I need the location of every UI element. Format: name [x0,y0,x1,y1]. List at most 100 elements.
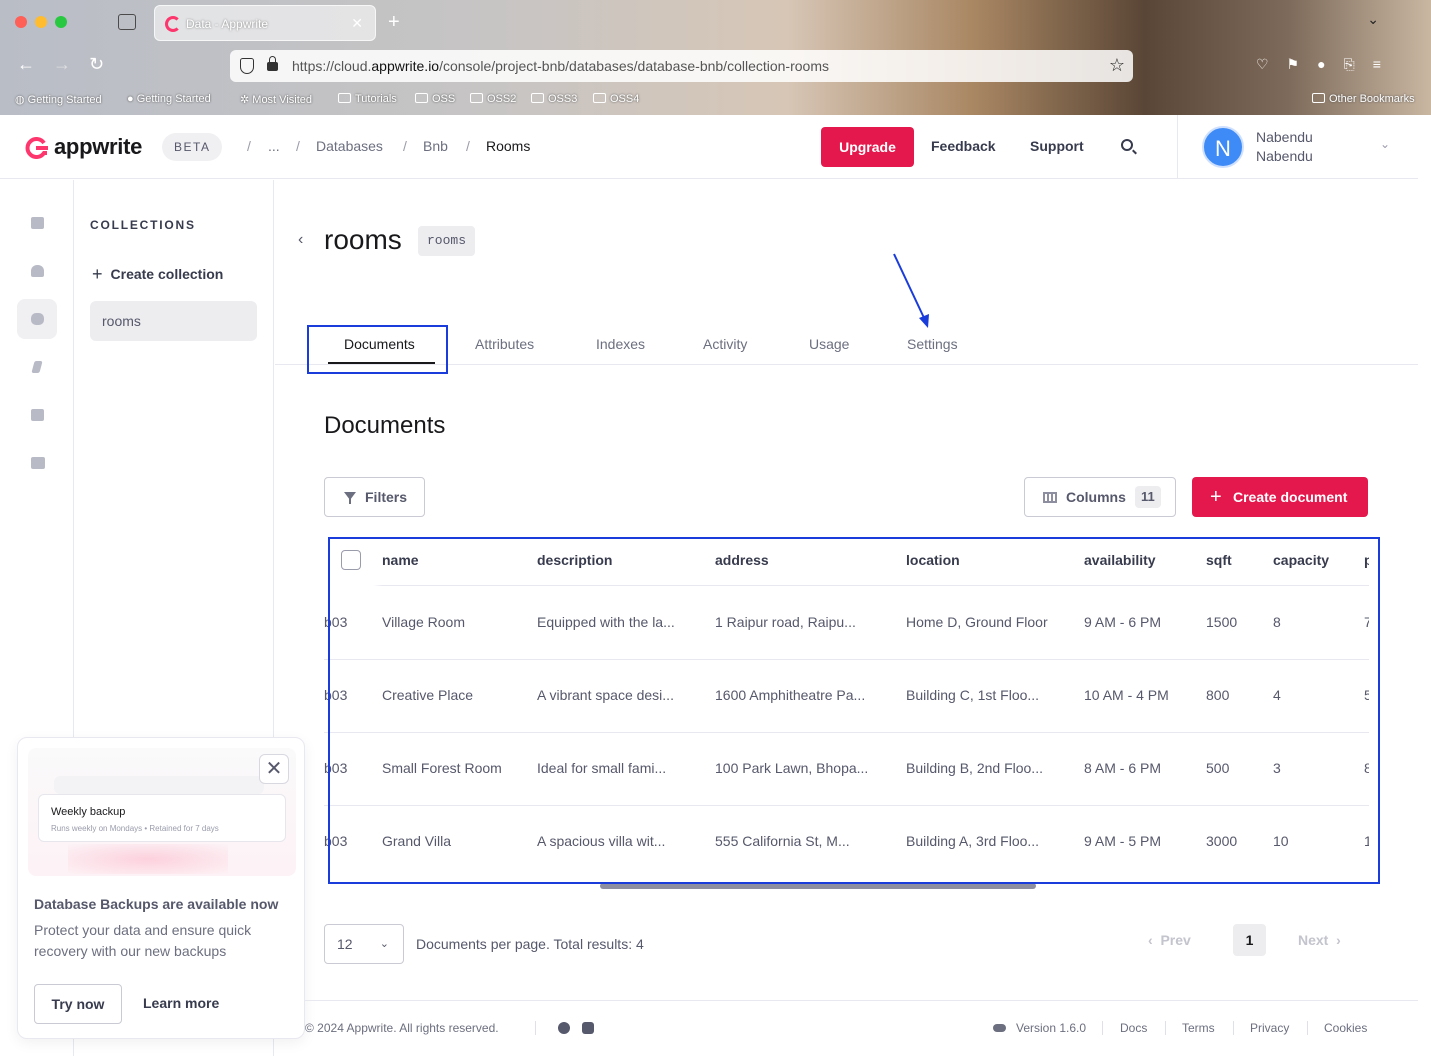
bookmark-folder[interactable]: Tutorials [338,93,397,105]
footer-link-terms[interactable]: Terms [1182,1021,1215,1035]
promo-backup-card: Weekly backup Runs weekly on Mondays • R… [38,794,286,842]
breadcrumb-databases[interactable]: Databases [316,138,383,154]
logo-text: appwrite [54,134,143,159]
back-arrow-icon[interactable]: ← [17,54,35,75]
documents-heading: Documents [324,412,446,439]
chevron-left-icon[interactable]: ‹ [298,231,303,249]
breadcrumb-rooms[interactable]: Rooms [486,138,530,154]
github-icon[interactable] [558,1022,570,1034]
minimize-window-button[interactable] [35,16,47,28]
promo-card-title: Weekly backup [51,806,126,818]
footer-link-cookies[interactable]: Cookies [1324,1021,1367,1035]
bookmark-folder[interactable]: OSS3 [531,93,577,105]
url-bar[interactable]: https://cloud.appwrite.io/console/projec… [230,50,1133,82]
user-name[interactable]: Nabendu [1256,129,1313,145]
tab-attributes[interactable]: Attributes [475,336,534,352]
filter-icon [344,492,356,504]
breadcrumb-ellipsis[interactable]: ... [268,138,280,154]
browser-tab[interactable]: Data - Appwrite ✕ [154,5,376,41]
bookmark-folder[interactable]: OSS2 [470,93,516,105]
columns-count-badge: 11 [1135,486,1161,508]
promo-card-subtitle: Runs weekly on Mondays • Retained for 7 … [51,824,219,833]
footer-link-docs[interactable]: Docs [1120,1021,1147,1035]
app-header: appwrite BETA / ... / Databases / Bnb / … [0,115,1418,179]
rail-storage[interactable] [17,443,57,483]
bookmark-item[interactable]: ◍ Getting Started [15,93,102,106]
bookmark-folder[interactable]: OSS4 [593,93,639,105]
maximize-window-button[interactable] [55,16,67,28]
avatar[interactable]: N [1202,126,1244,168]
lock-icon[interactable] [267,56,278,71]
create-collection-button[interactable]: + Create collection [92,264,223,285]
search-icon[interactable] [1121,139,1133,151]
bar-chart-icon [31,217,44,229]
sidebar-item-rooms[interactable]: rooms [90,301,257,341]
footer-link-privacy[interactable]: Privacy [1250,1021,1289,1035]
bookmark-item[interactable]: ✲ Most Visited [240,93,312,106]
columns-button[interactable]: Columns 11 [1024,477,1176,517]
pagination-summary: Documents per page. Total results: 4 [416,936,644,952]
annotation-arrow [893,253,929,328]
columns-icon [1043,492,1057,503]
rail-overview[interactable] [17,203,57,243]
discord-icon[interactable] [582,1022,594,1034]
support-button[interactable]: Support [1030,138,1084,154]
promo-ghost-bar [54,776,264,794]
bookmark-folder[interactable]: OSS [415,93,455,105]
prev-page-button[interactable]: ‹ Prev [1148,932,1191,948]
tracking-shield-icon[interactable] [240,58,254,74]
backup-promo-card: Weekly backup Runs weekly on Mondays • R… [17,737,305,1039]
filters-label: Filters [365,489,408,505]
filters-button[interactable]: Filters [324,477,425,517]
other-bookmarks-folder[interactable]: Other Bookmarks [1312,93,1415,105]
page-number-button[interactable]: 1 [1233,924,1266,956]
user-email[interactable]: Nabendu [1256,148,1313,164]
upgrade-button[interactable]: Upgrade [821,127,914,167]
learn-more-button[interactable]: Learn more [143,995,219,1011]
bookmark-star-icon[interactable]: ☆ [1109,55,1125,76]
footer-divider [535,1021,536,1035]
url-text[interactable]: https://cloud.appwrite.io/console/projec… [292,58,829,74]
rail-auth[interactable] [17,251,57,291]
try-now-button[interactable]: Try now [34,984,122,1024]
bookmark-item[interactable]: ● Getting Started [127,93,211,105]
message-icon [31,409,44,421]
forward-arrow-icon[interactable]: → [53,54,71,75]
footer-divider [1307,1021,1308,1035]
breadcrumb-bnb[interactable]: Bnb [423,138,448,154]
create-document-label: Create document [1233,489,1348,505]
folder-icon [31,457,45,469]
next-page-button[interactable]: Next › [1298,932,1341,948]
browser-tabbar: Data - Appwrite ✕ + ⌄ [0,0,1431,46]
browser-chrome: Data - Appwrite ✕ + ⌄ ← → ↻ https://clou… [0,0,1431,115]
extension-icons[interactable]: ♡⚑●⎘≡ [1256,56,1399,73]
tab-overview-icon[interactable] [118,14,136,30]
close-tab-icon[interactable]: ✕ [351,15,363,32]
footer-divider [1233,1021,1234,1035]
new-tab-icon[interactable]: + [388,11,400,34]
main-content: ‹ rooms rooms Documents Attributes Index… [275,180,1418,1056]
tab-list-chevron-icon[interactable]: ⌄ [1367,11,1379,28]
breadcrumb-separator: / [466,138,470,154]
tab-activity[interactable]: Activity [703,336,747,352]
rail-functions[interactable] [17,347,57,387]
promo-illustration: Weekly backup Runs weekly on Mondays • R… [28,748,296,876]
breadcrumb-separator: / [247,138,251,154]
rail-messaging[interactable] [17,395,57,435]
tab-settings[interactable]: Settings [907,336,958,352]
per-page-select[interactable]: 12 ⌄ [324,924,404,964]
plus-icon: + [92,264,103,284]
rail-databases[interactable] [17,299,57,339]
browser-tab-title: Data - Appwrite [186,17,269,31]
reload-icon[interactable]: ↻ [89,54,104,75]
bookmarks-bar: ◍ Getting Started ● Getting Started ✲ Mo… [0,88,1431,114]
tab-usage[interactable]: Usage [809,336,849,352]
page-title: rooms [324,224,402,255]
chevron-down-icon[interactable]: ⌄ [1380,137,1390,151]
close-window-button[interactable] [15,16,27,28]
feedback-button[interactable]: Feedback [931,138,996,154]
version-label: Version 1.6.0 [1016,1021,1087,1035]
create-document-button[interactable]: + Create document [1192,477,1368,517]
collection-id-badge[interactable]: rooms [418,226,476,256]
tab-indexes[interactable]: Indexes [596,336,645,352]
